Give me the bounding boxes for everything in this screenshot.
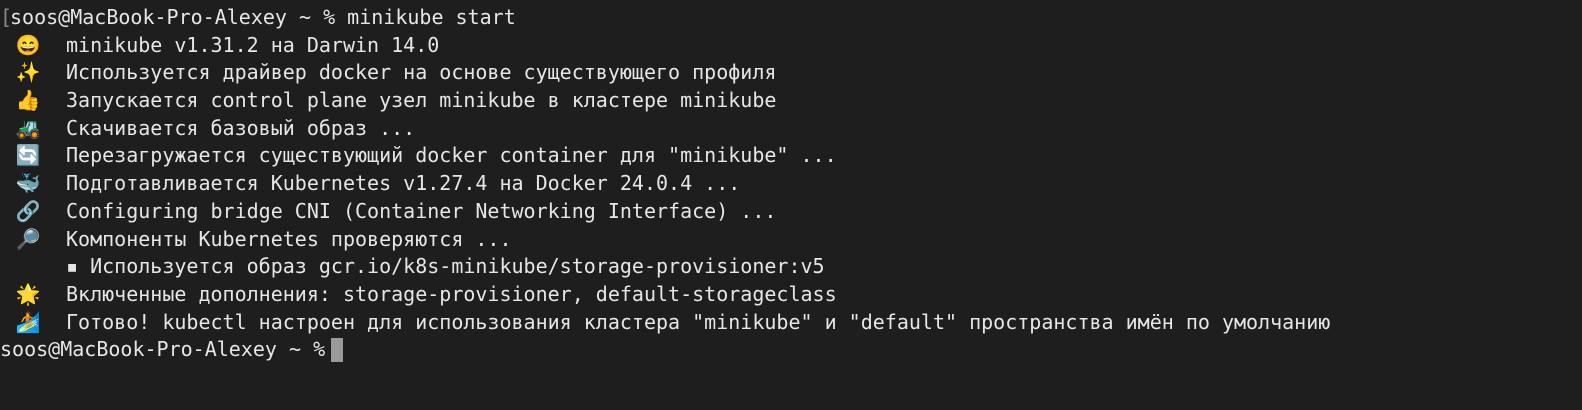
- glowing-star-icon: 🌟: [15, 281, 41, 306]
- output-text: Включенные дополнения: storage-provision…: [66, 281, 837, 306]
- whale-icon: 🐳: [15, 171, 41, 196]
- tractor-icon: 🚜: [15, 115, 41, 140]
- output-text: minikube v1.31.2 на Darwin 14.0: [66, 32, 440, 57]
- output-text: Запускается control plane узел minikube …: [66, 88, 777, 113]
- output-line: 🐳 Подготавливается Kubernetes v1.27.4 на …: [0, 170, 1582, 198]
- sparkles-icon: ✨: [15, 60, 41, 85]
- output-line: 😄 minikube v1.31.2 на Darwin 14.0: [0, 32, 1582, 60]
- output-text: ▪ Используется образ gcr.io/k8s-minikube…: [66, 254, 825, 279]
- thumbs-up-icon: 👍: [15, 88, 41, 113]
- terminal-window[interactable]: [soos@MacBook-Pro-Alexey ~ % minikube st…: [0, 0, 1582, 410]
- output-line: 🌟 Включенные дополнения: storage-provisio…: [0, 281, 1582, 309]
- output-text: Скачивается базовый образ ...: [66, 115, 416, 140]
- output-line: 🚜 Скачивается базовый образ ...: [0, 115, 1582, 143]
- mark-bracket: [: [0, 5, 13, 29]
- output-line: ▪ Используется образ gcr.io/k8s-minikube…: [0, 253, 1582, 281]
- link-icon: 🔗: [15, 198, 41, 223]
- output-line: 👍 Запускается control plane узел minikube…: [0, 87, 1582, 115]
- output-text: Подготавливается Kubernetes v1.27.4 на D…: [66, 171, 741, 196]
- prompt-text: soos@MacBook-Pro-Alexey ~ %: [0, 337, 326, 362]
- output-text: Configuring bridge CNI (Container Networ…: [66, 198, 777, 223]
- final-prompt-line[interactable]: soos@MacBook-Pro-Alexey ~ %: [0, 336, 1582, 364]
- output-line: 🔄 Перезагружается существующий docker con…: [0, 142, 1582, 170]
- output-line: 🔎 Компоненты Kubernetes проверяются ...: [0, 226, 1582, 254]
- output-text: Компоненты Kubernetes проверяются ...: [66, 226, 512, 251]
- surfer-icon: 🏄: [15, 309, 41, 334]
- magnifier-icon: 🔎: [15, 226, 41, 251]
- arrows-refresh-icon: 🔄: [15, 143, 41, 168]
- command-line: [soos@MacBook-Pro-Alexey ~ % minikube st…: [0, 4, 1582, 32]
- output-line: ✨ Используется драйвер docker на основе с…: [0, 59, 1582, 87]
- output-text: Используется драйвер docker на основе су…: [66, 60, 777, 85]
- command-text: minikube start: [347, 5, 516, 29]
- output-text: Перезагружается существующий docker cont…: [66, 143, 837, 168]
- output-line: 🔗 Configuring bridge CNI (Container Netwo…: [0, 198, 1582, 226]
- output-text: Готово! kubectl настроен для использован…: [66, 309, 1331, 334]
- text-cursor: [331, 338, 344, 363]
- prompt-text: soos@MacBook-Pro-Alexey ~ %: [10, 5, 336, 29]
- grinning-face-icon: 😄: [15, 32, 41, 57]
- output-line: 🏄 Готово! kubectl настроен для использова…: [0, 309, 1582, 337]
